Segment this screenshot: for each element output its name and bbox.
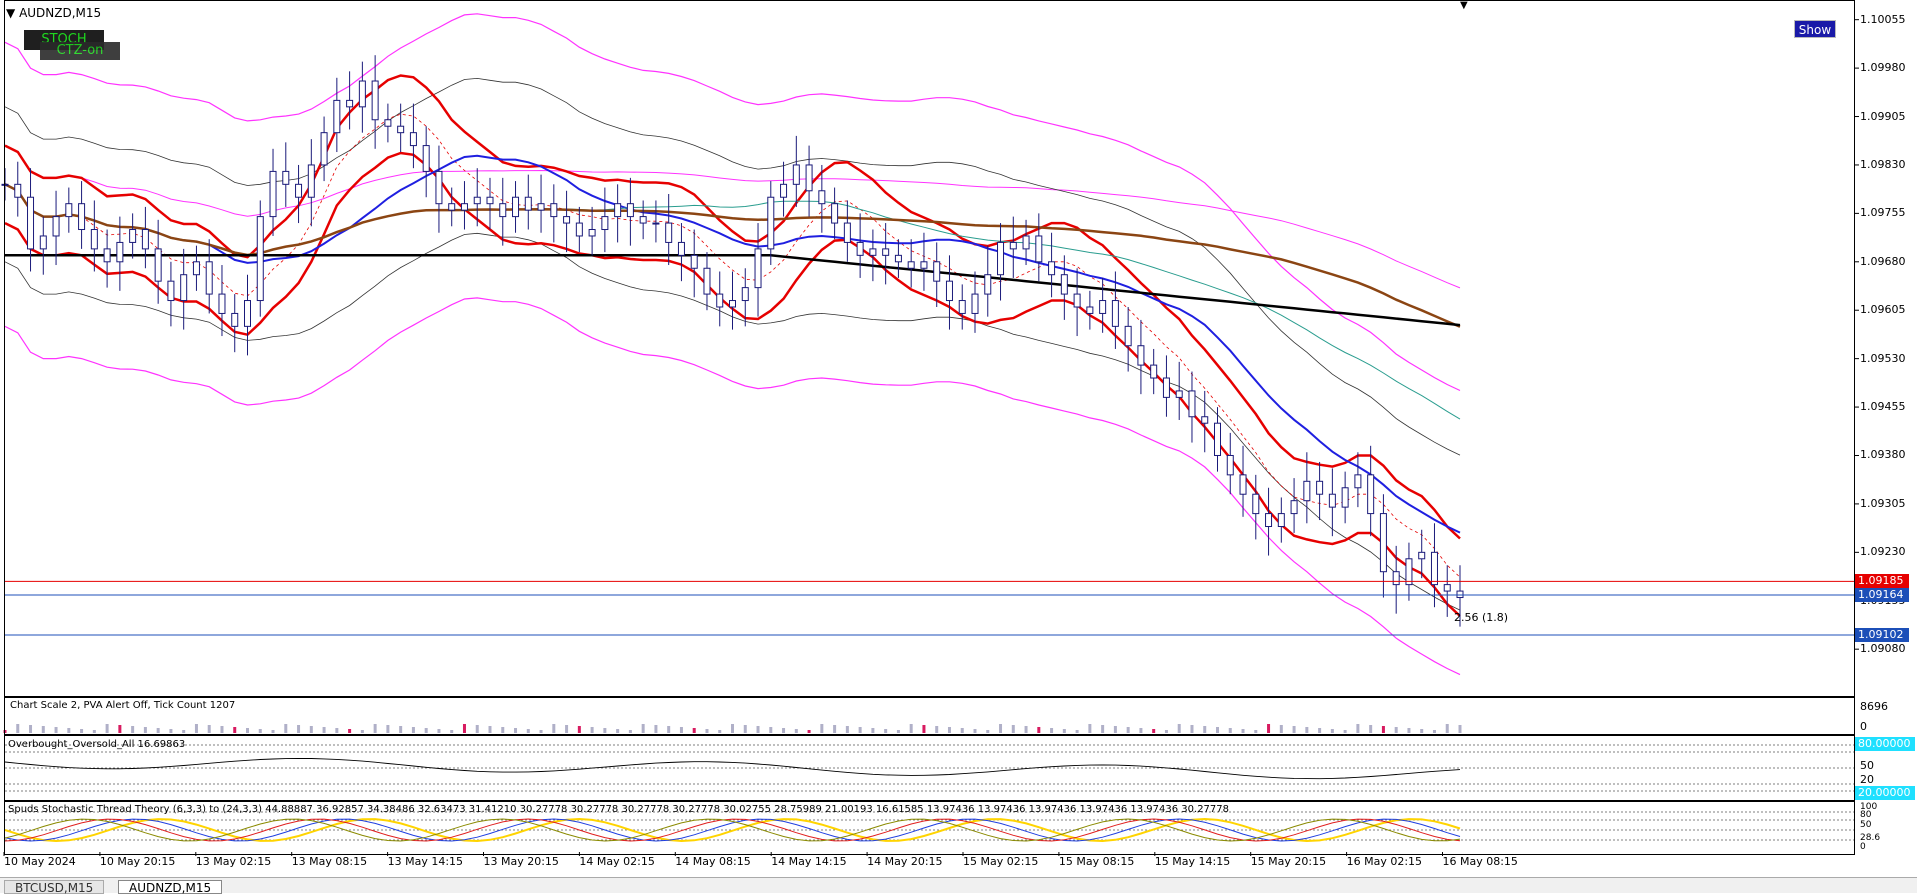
stoch-level-80: 80	[1860, 810, 1872, 820]
volume-ymin: 0	[1860, 720, 1867, 733]
shift-marker-icon[interactable]: ▼	[1460, 0, 1468, 11]
chart-title: ▼ AUDNZD,M15	[6, 6, 101, 20]
time-tick-label: 15 May 14:15	[1154, 855, 1231, 868]
time-tick-label: 15 May 08:15	[1058, 855, 1135, 868]
stoch-level-50: 50	[1860, 820, 1872, 830]
stoch-level-0: 0	[1860, 842, 1866, 852]
time-tick-label: 16 May 08:15	[1442, 855, 1518, 868]
price-line-tag: 1.09185	[1855, 574, 1909, 589]
price-tick-label: 1.09080	[1860, 642, 1906, 656]
time-tick-label: 14 May 14:15	[771, 855, 847, 868]
main-pane[interactable]	[4, 0, 1855, 697]
price-tick-label: 1.09305	[1860, 496, 1906, 510]
oscillator-pane[interactable]	[4, 735, 1855, 801]
oscillator-label: Overbought_Oversold_All 16.69863	[8, 739, 186, 750]
volume-ymax: 8696	[1860, 700, 1888, 713]
time-tick-label: 13 May 08:15	[291, 855, 368, 868]
price-tick-label: 1.09455	[1860, 400, 1906, 414]
price-tick-label: 1.09830	[1860, 157, 1906, 171]
time-tick-label: 15 May 20:15	[1250, 855, 1327, 868]
oscillator-level-50: 50	[1860, 759, 1874, 772]
price-tick-label: 1.09605	[1860, 303, 1906, 317]
price-tick-label: 1.10055	[1860, 12, 1906, 26]
time-tick-label: 16 May 02:15	[1346, 855, 1423, 868]
price-annotation: 2.56 (1.8)	[1454, 611, 1509, 624]
ctz-button[interactable]: CTZ-on	[40, 42, 120, 60]
tab-bar	[0, 877, 1917, 893]
time-tick-label: 13 May 20:15	[483, 855, 559, 868]
price-tick-label: 1.09755	[1860, 206, 1906, 220]
price-tick-label: 1.09380	[1860, 448, 1906, 462]
collapse-icon[interactable]: ▼	[6, 6, 15, 20]
time-tick-label: 14 May 02:15	[579, 855, 655, 868]
volume-pane[interactable]	[4, 697, 1855, 735]
price-tick-label: 1.09530	[1860, 351, 1906, 365]
time-tick-label: 14 May 20:15	[867, 855, 943, 868]
oscillator-tag-80: 80.00000	[1855, 737, 1915, 751]
time-tick-label: 14 May 08:15	[675, 855, 751, 868]
time-tick-label: 10 May 2024	[4, 855, 76, 868]
price-line-tag: 1.09102	[1855, 627, 1909, 642]
volume-label: Chart Scale 2, PVA Alert Off, Tick Count…	[10, 700, 236, 711]
time-tick-label: 10 May 20:15	[99, 855, 176, 868]
time-tick-label: 13 May 14:15	[387, 855, 464, 868]
price-tick-label: 1.09905	[1860, 109, 1906, 123]
time-tick-label: 15 May 02:15	[963, 855, 1039, 868]
show-button[interactable]: Show	[1794, 20, 1836, 38]
price-line-tag: 1.09164	[1855, 587, 1909, 602]
price-tick-label: 1.09230	[1860, 545, 1906, 559]
price-tick-label: 1.09680	[1860, 254, 1906, 268]
stochastic-label: Spuds Stochastic Thread Theory (6,3,3) t…	[8, 804, 1230, 815]
symbol-title: AUDNZD,M15	[19, 6, 102, 20]
oscillator-tag-20: 20.00000	[1855, 786, 1915, 800]
oscillator-level-20: 20	[1860, 773, 1874, 786]
time-tick-label: 13 May 02:15	[195, 855, 272, 868]
price-tick-label: 1.09980	[1860, 61, 1906, 75]
